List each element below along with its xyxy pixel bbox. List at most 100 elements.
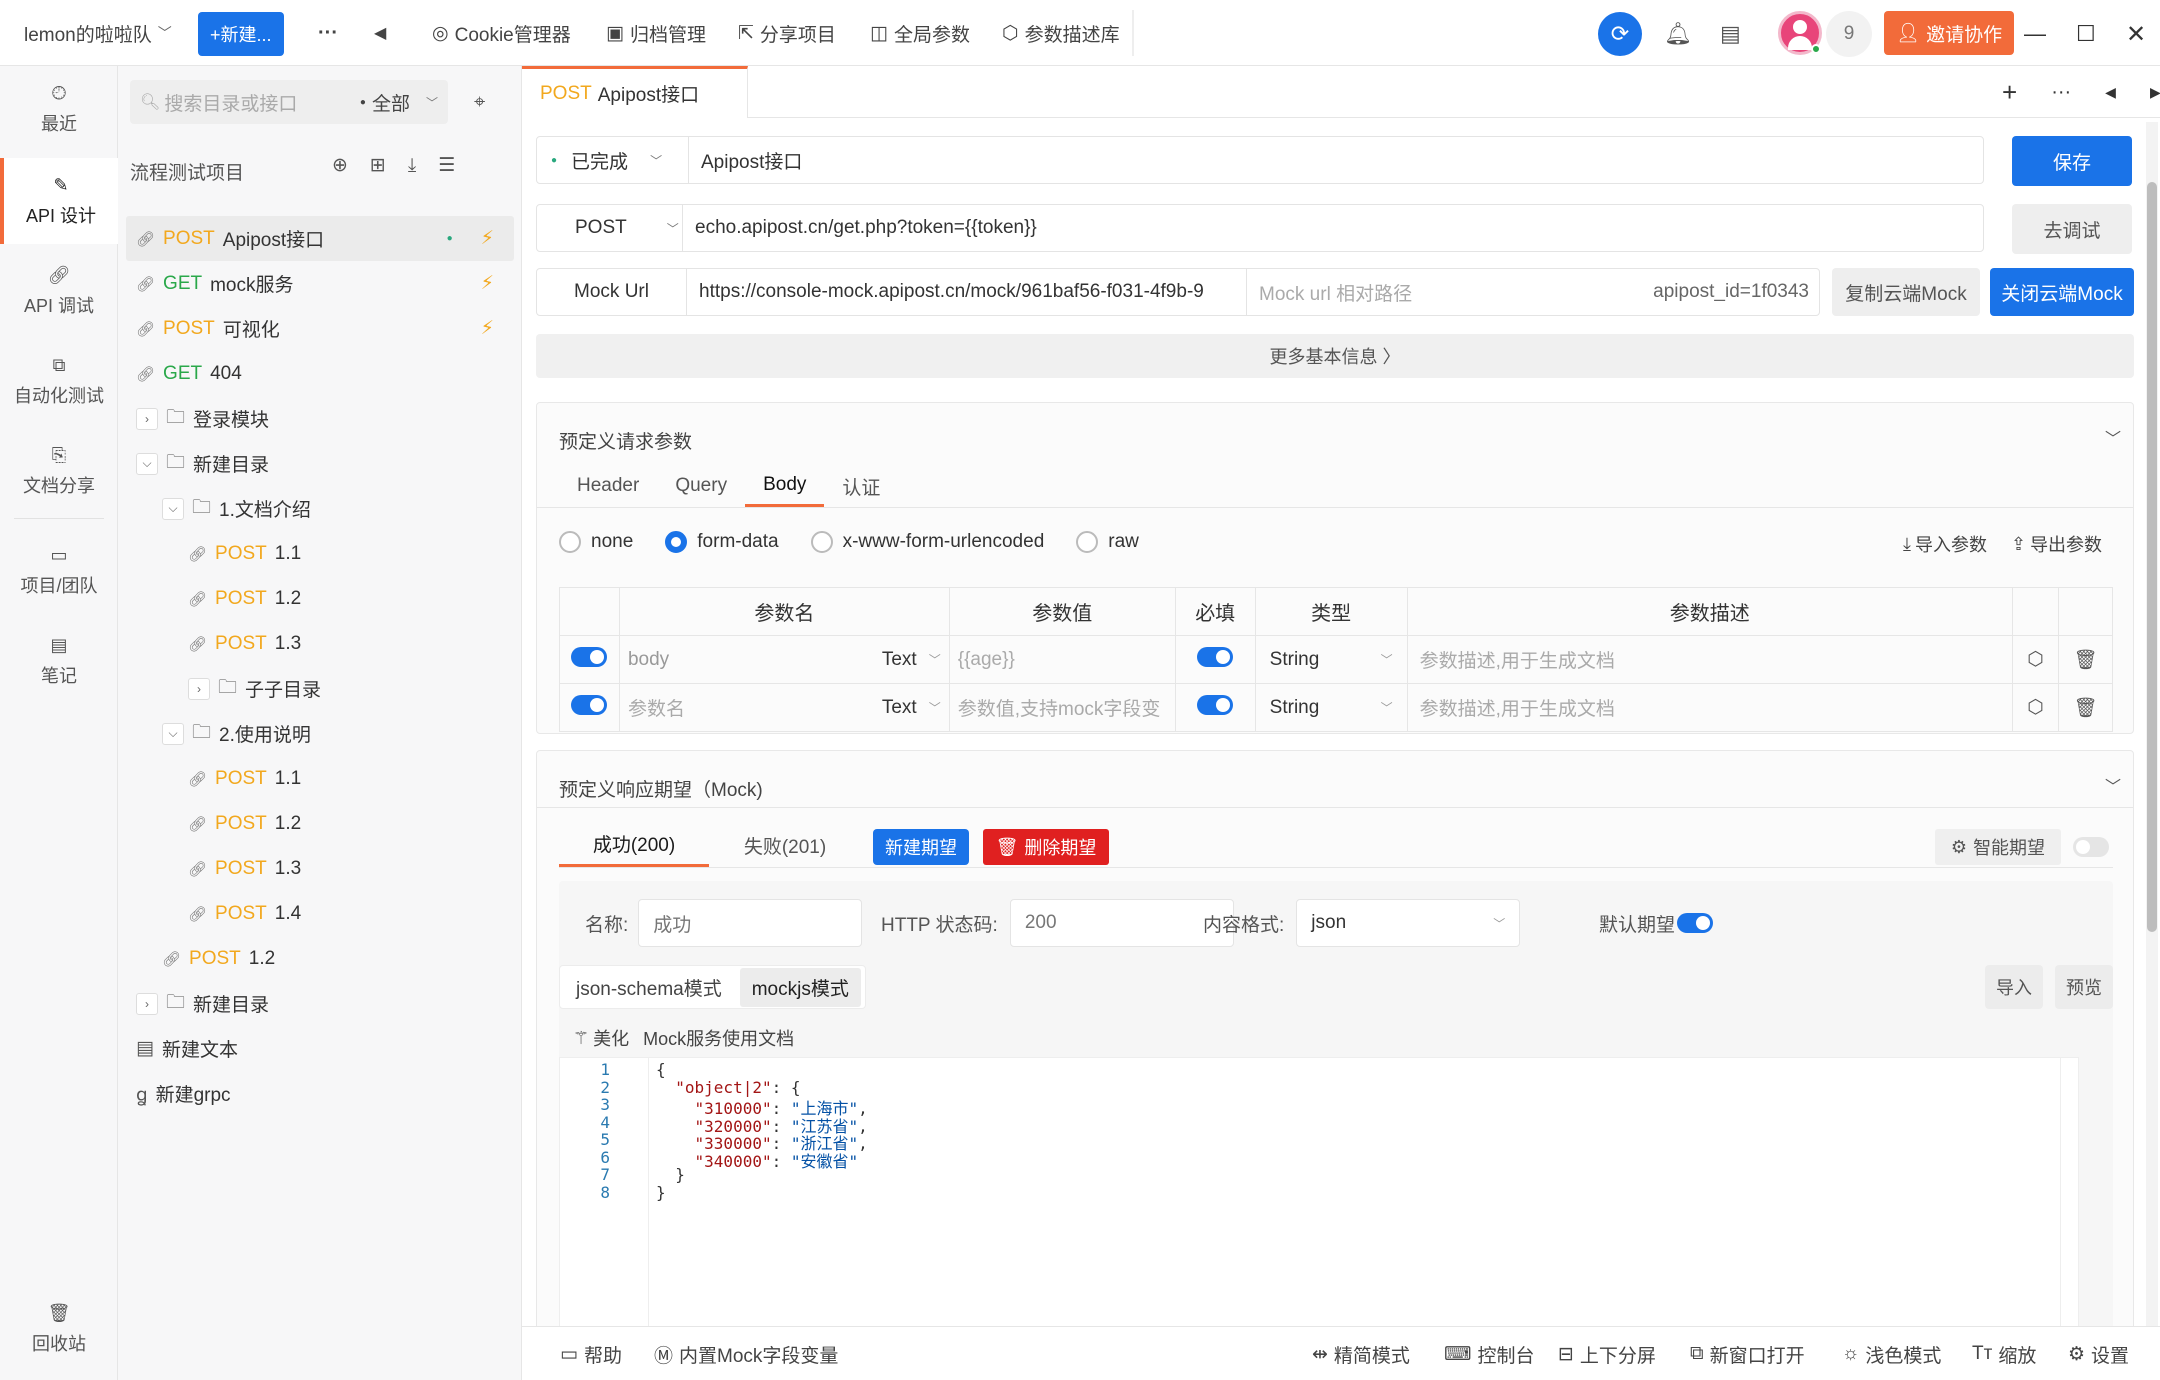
tab-param-library[interactable]: ⬡ 参数描述库 [1002, 0, 1120, 66]
tree-item[interactable]: 🔗︎ POST 1.3 [126, 621, 514, 666]
tab-global-params[interactable]: ◫ 全局参数 [870, 0, 970, 66]
prev-tab-icon[interactable]: ◀ [2105, 84, 2116, 101]
chevron-down-icon[interactable]: ⌵ [162, 497, 184, 520]
tree-folder[interactable]: ⌵ 🗀︎ 1.文档介绍 [126, 486, 514, 531]
tab-body[interactable]: Body [745, 465, 825, 507]
param-name-input[interactable]: 参数名 [628, 694, 685, 721]
team-switcher[interactable]: lemon的啦啦队 ﹀ [24, 0, 172, 66]
more-icon[interactable]: ··· [318, 0, 338, 66]
beautify-button[interactable]: ⚚ 美化 [573, 1025, 629, 1051]
content-format-select[interactable]: json ﹀ [1296, 899, 1521, 947]
tab-archive[interactable]: ▣ 归档管理 [606, 0, 706, 66]
smart-toggle[interactable] [2073, 837, 2109, 863]
param-desc-input[interactable]: 参数描述,用于生成文档 [1420, 699, 1615, 720]
param-type-select[interactable]: String ﹀ [1256, 649, 1407, 671]
radio-none[interactable] [559, 531, 581, 553]
console-button[interactable]: ⌨ 控制台 [1444, 1328, 1534, 1380]
param-value-input[interactable]: {{age}} [958, 649, 1015, 670]
tree-item[interactable]: ꬶ 新建grpc [126, 1071, 514, 1116]
minimize-icon[interactable]: — [2024, 12, 2046, 56]
tree-folder[interactable]: ⌵ 🗀︎ 新建目录 [126, 441, 514, 486]
param-enable-toggle[interactable] [571, 694, 608, 715]
tree-item[interactable]: 🔗︎ POST 可视化 ⚡︎ [126, 306, 514, 351]
next-tab-icon[interactable]: ▶ [2150, 84, 2160, 101]
export-params-button[interactable]: ⇪ 导出参数 [2011, 531, 2102, 557]
tab-query[interactable]: Query [657, 465, 745, 507]
nav-automation[interactable]: ⧉ 自动化测试 [0, 338, 118, 424]
default-expectation-toggle[interactable] [1677, 913, 1714, 933]
invite-button[interactable]: 👤︎ 邀请协作 [1884, 11, 2015, 55]
collapse-icon[interactable]: ﹀ [2105, 425, 2121, 449]
preview-button[interactable]: 预览 [2055, 965, 2113, 1009]
radio-raw[interactable] [1076, 531, 1099, 553]
bell-icon[interactable]: 🔔︎ [1664, 12, 1692, 56]
mock-vars-button[interactable]: Ⓜ 内置Mock字段变量 [654, 1328, 838, 1380]
field-type-select[interactable]: Text ﹀ [882, 697, 941, 719]
settings-button[interactable]: ⚙︎ 设置 [2068, 1328, 2129, 1380]
search-input[interactable]: 🔍︎ 搜索目录或接口 ● 全部 ﹀ [130, 80, 448, 124]
mode-mockjs[interactable]: mockjs模式 [739, 967, 861, 1007]
param-enable-toggle[interactable] [571, 646, 608, 667]
tree-item[interactable]: 🔗︎ POST 1.2 [126, 936, 514, 981]
nav-project-team[interactable]: ▭ 项目/团队 [0, 528, 118, 614]
new-window-button[interactable]: ⧉ 新窗口打开 [1690, 1328, 1805, 1380]
tab-fail[interactable]: 失败(201) [713, 823, 857, 867]
tree-item[interactable]: ▤ 新建文本 [126, 1026, 514, 1071]
chevron-down-icon[interactable]: ⌵ [136, 452, 158, 475]
tab-header[interactable]: Header [559, 465, 657, 507]
nav-api-design[interactable]: ✎ API 设计 [0, 158, 118, 244]
trash-icon[interactable]: 🗑︎ [2073, 698, 2097, 719]
tree-item[interactable]: 🔗︎ POST Apipost接口 ● ⚡︎ [126, 216, 514, 261]
simple-mode-button[interactable]: ⇹ 精简模式 [1312, 1328, 1410, 1380]
add-api-icon[interactable]: ⊕ [332, 154, 348, 177]
tree-item[interactable]: 🔗︎ GET mock服务 ⚡︎ [126, 261, 514, 306]
import-params-button[interactable]: ⤓ 导入参数 [1903, 531, 1987, 557]
split-button[interactable]: ⊟ 上下分屏 [1558, 1328, 1656, 1380]
add-tab-icon[interactable]: + [2002, 77, 2017, 108]
param-type-select[interactable]: String ﹀ [1256, 697, 1407, 719]
chevron-right-icon[interactable]: › [188, 677, 210, 700]
tree-item[interactable]: 🔗︎ POST 1.1 [126, 756, 514, 801]
radio-form-data[interactable] [665, 531, 688, 553]
more-info-toggle[interactable]: 更多基本信息 〉 [536, 334, 2134, 378]
tab-share-project[interactable]: ⇱ 分享项目 [738, 0, 836, 66]
debug-button[interactable]: 去调试 [2012, 204, 2132, 254]
api-name-input[interactable]: Apipost接口 [689, 147, 802, 174]
sync-icon[interactable]: ⟳ [1598, 12, 1642, 56]
help-button[interactable]: ▭ 帮助 [560, 1328, 622, 1380]
tree-item[interactable]: 🔗︎ POST 1.4 [126, 891, 514, 936]
tree-item[interactable]: 🔗︎ POST 1.2 [126, 576, 514, 621]
import-button[interactable]: 导入 [1985, 965, 2043, 1009]
nav-recent[interactable]: 🕘︎ 最近 [0, 66, 118, 152]
mock-path-input[interactable]: Mock url 相对路径 [1247, 279, 1653, 306]
mode-json-schema[interactable]: json-schema模式 [564, 968, 734, 1007]
mock-url-value[interactable]: https://console-mock.apipost.cn/mock/961… [687, 269, 1247, 315]
tab-auth[interactable]: 认证 [824, 465, 898, 507]
maximize-icon[interactable]: ☐ [2076, 12, 2096, 56]
field-type-select[interactable]: Text ﹀ [882, 649, 941, 671]
mock-doc-link[interactable]: Mock服务使用文档 [643, 1025, 794, 1051]
name-input[interactable]: 成功 [638, 899, 863, 947]
param-value-input[interactable]: 参数值,支持mock字段变 [958, 699, 1161, 720]
chevron-right-icon[interactable]: › [136, 407, 158, 430]
status-code-input[interactable]: 200 [1009, 899, 1234, 947]
tree-item[interactable]: 🔗︎ POST 1.3 [126, 846, 514, 891]
nav-notes[interactable]: ▤ 笔记 [0, 618, 118, 704]
nav-api-debug[interactable]: 🔗︎ API 调试 [0, 248, 118, 334]
filter-select[interactable]: ● 全部 ﹀ [360, 89, 438, 116]
import-icon[interactable]: ⤓ [408, 155, 416, 177]
tree-folder[interactable]: › 🗀︎ 子子目录 [126, 666, 514, 711]
param-desc-input[interactable]: 参数描述,用于生成文档 [1420, 651, 1615, 672]
chevron-down-icon[interactable]: ⌵ [162, 722, 184, 745]
status-select[interactable]: ● 已完成 ﹀ [537, 137, 689, 183]
required-toggle[interactable] [1197, 694, 1234, 715]
method-select[interactable]: POST ﹀ [537, 205, 683, 251]
new-expectation-button[interactable]: 新建期望 [873, 829, 969, 865]
cube-icon[interactable]: ⬡ [2027, 649, 2044, 670]
main-scrollbar[interactable] [2146, 122, 2158, 1380]
param-name-input[interactable]: body [628, 649, 669, 671]
menu-icon[interactable]: ☰ [438, 154, 455, 177]
member-count[interactable]: 9 [1826, 11, 1872, 57]
save-button[interactable]: 保存 [2012, 136, 2132, 186]
tree-item[interactable]: 🔗︎ POST 1.1 [126, 531, 514, 576]
